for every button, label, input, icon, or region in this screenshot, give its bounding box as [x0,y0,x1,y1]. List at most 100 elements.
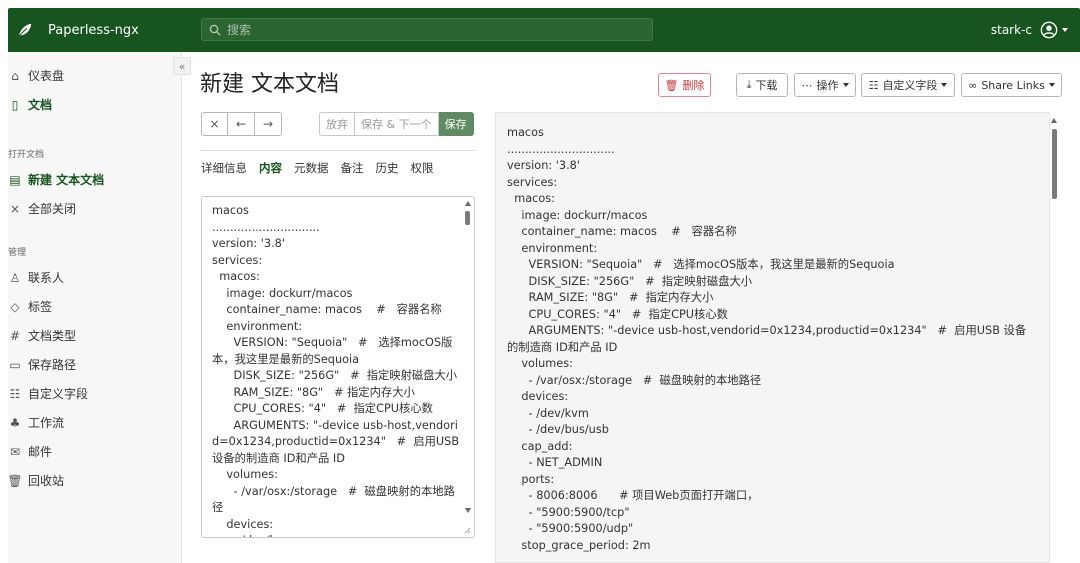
close-icon: × [9,201,21,216]
arrow-right-icon: → [262,117,274,131]
folder-icon: ▭ [9,357,21,372]
tab-permissions[interactable]: 权限 [411,160,434,176]
leaf-logo-icon [18,23,32,37]
sidebar-item-label: 邮件 [28,445,53,459]
save-button-group: 放弃 保存 & 下一个 保存 [319,112,474,136]
previous-document-button[interactable]: ← [228,112,255,136]
scroll-thumb[interactable] [1051,129,1057,199]
document-nav-group: × ← → [201,112,282,136]
sidebar-item-tags[interactable]: ◇ 标签 [8,298,52,315]
username: stark-c [990,23,1032,37]
sidebar-item-label: 保存路径 [28,358,77,372]
trash-icon: 🗑 [7,473,23,488]
ui-checks-icon: ☷ [868,78,879,92]
sidebar-item-label: 工作流 [28,416,65,430]
page-title: 新建 文本文档 [200,72,339,97]
content-text: macos .............................. ver… [212,204,460,537]
tab-details[interactable]: 详细信息 [201,160,247,176]
chevron-down-icon [941,83,948,87]
file-icon: ▯ [11,97,19,112]
sidebar-item-label: 自定义字段 [28,387,89,401]
download-icon: ⤓ [746,78,752,91]
download-label: 下载 [755,79,778,92]
preview-text: macos .............................. ver… [507,126,1027,552]
close-document-button[interactable]: × [201,112,228,136]
delete-label: 删除 [682,79,705,92]
search-box[interactable] [201,18,653,41]
sidebar-item-document-types[interactable]: # 文档类型 [8,327,76,344]
save-next-button[interactable]: 保存 & 下一个 [355,112,439,136]
save-button[interactable]: 保存 [438,112,474,136]
next-document-button[interactable]: → [255,112,282,136]
arrow-left-icon: ← [235,117,247,131]
custom-fields-dropdown[interactable]: ☷ 自定义字段 [861,73,955,97]
delete-button[interactable]: 🗑 删除 [658,73,711,97]
sidebar-item-label: 文档类型 [28,329,77,343]
sidebar-item-label: 新建 文本文档 [28,173,105,187]
trash-icon: 🗑 [664,78,679,92]
app-name: Paperless-ngx [48,22,139,38]
collapse-sidebar-button[interactable]: « [173,57,191,75]
ui-checks-icon: ☷ [9,386,21,401]
download-button[interactable]: ⤓ 下载 [736,73,788,97]
document-tabs: 详细信息 内容 元数据 备注 历史 权限 [201,160,446,176]
sidebar-item-correspondents[interactable]: ♙ 联系人 [8,269,64,286]
sidebar-item-dashboard[interactable]: ⌂ 仪表盘 [8,67,64,84]
content-textarea[interactable]: macos .............................. ver… [201,196,475,538]
scroll-down-icon [464,508,471,513]
chevron-down-icon [1062,28,1068,32]
sidebar-section-open-documents: 打开文档 [8,150,45,160]
sidebar-item-label: 文档 [28,98,53,112]
hash-icon: # [9,328,21,343]
actions-label: 操作 [816,79,839,92]
sidebar-item-label: 联系人 [28,271,65,285]
divider [201,150,475,151]
discard-button[interactable]: 放弃 [319,112,355,136]
document-preview: macos .............................. ver… [495,112,1050,563]
person-icon: ♙ [9,270,21,285]
sidebar-item-storage-paths[interactable]: ▭ 保存路径 [8,356,76,373]
close-icon: × [209,117,220,131]
tab-notes[interactable]: 备注 [341,160,364,176]
sidebar-item-label: 全部关闭 [28,202,77,216]
sidebar-item-custom-fields[interactable]: ☷ 自定义字段 [8,385,88,402]
chevron-down-icon [842,83,849,87]
tag-icon: ◇ [10,299,20,314]
double-chevron-left-icon: « [178,59,186,73]
sidebar-item-mail[interactable]: ✉ 邮件 [8,443,52,460]
brand[interactable]: Paperless-ngx [8,21,201,39]
chevron-down-icon [1048,83,1055,87]
sidebar-item-label: 回收站 [28,474,65,488]
textarea-scrollbar[interactable] [464,201,471,535]
diagram-icon: ♣ [9,415,21,430]
person-circle-icon [1040,21,1058,39]
scroll-up-icon [1051,118,1057,123]
search-icon [209,24,221,35]
scroll-up-icon [464,201,471,206]
sidebar-item-label: 标签 [28,300,53,314]
search-input[interactable] [227,22,627,37]
sidebar-item-label: 仪表盘 [28,69,65,83]
custom-fields-label: 自定义字段 [882,79,938,92]
sidebar-item-trash[interactable]: 🗑 回收站 [7,472,65,489]
link-icon: ∞ [968,78,978,92]
sidebar-item-workflows[interactable]: ♣ 工作流 [8,414,64,431]
tab-history[interactable]: 历史 [376,160,399,176]
house-icon: ⌂ [11,68,19,83]
page-scrollbar[interactable] [1051,118,1057,558]
sidebar-item-close-all[interactable]: × 全部关闭 [8,200,76,217]
scroll-thumb[interactable] [465,211,470,225]
envelope-icon: ✉ [9,444,21,459]
tab-content[interactable]: 内容 [259,160,282,176]
share-links-label: Share Links [981,78,1045,92]
sidebar-item-open-document[interactable]: ▤ 新建 文本文档 [8,171,104,188]
resize-handle-icon[interactable] [464,527,471,534]
actions-dropdown[interactable]: ⋯ 操作 [794,73,856,97]
sidebar-item-documents[interactable]: ▯ 文档 [8,96,52,113]
user-menu[interactable]: stark-c [991,8,1068,52]
sidebar-section-manage: 管理 [8,248,27,258]
file-text-icon: ▤ [9,172,21,187]
tab-metadata[interactable]: 元数据 [294,160,329,176]
three-dots-icon: ⋯ [801,78,813,92]
share-links-dropdown[interactable]: ∞ Share Links [961,73,1062,97]
